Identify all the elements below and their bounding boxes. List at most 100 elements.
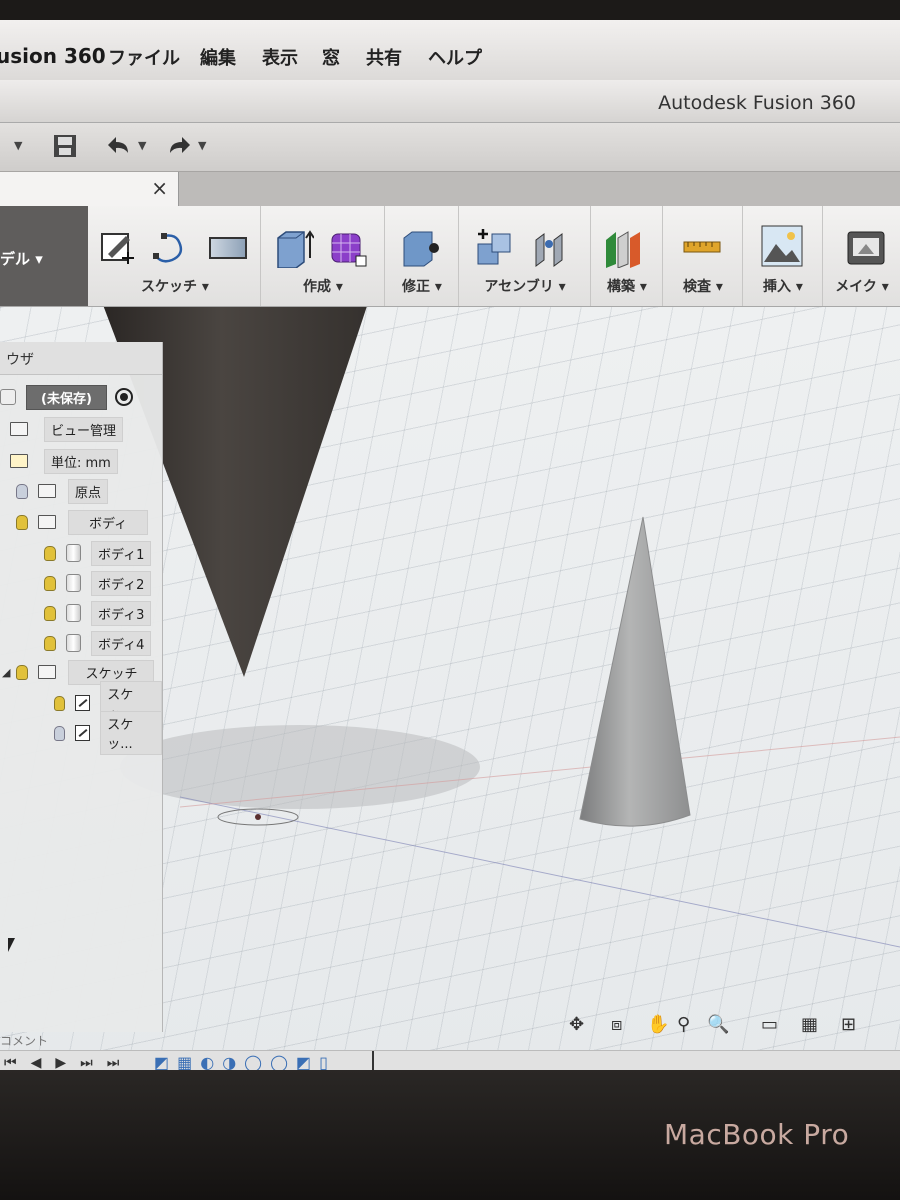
comments-label[interactable]: コメント (0, 1032, 48, 1049)
browser-item-units[interactable]: 単位: mm (10, 448, 118, 474)
navigation-bar: ✥ ⧈ ✋ ⚲ 🔍 ▭ ▦ ⊞ (565, 1010, 895, 1044)
browser-item-named-views[interactable]: ビュー管理 (10, 416, 124, 442)
activate-radio-icon[interactable] (114, 388, 133, 406)
press-pull-icon[interactable] (400, 228, 440, 268)
orbit-icon[interactable]: ✥ (569, 1014, 584, 1035)
grid-icon[interactable]: ▦ (801, 1014, 818, 1035)
browser-item-label: 原点 (68, 478, 109, 504)
close-icon[interactable]: × (151, 176, 168, 200)
folder-icon (38, 515, 56, 529)
browser-root-node[interactable]: (未保存) (0, 384, 133, 410)
laptop-bezel: MacBook Pro (0, 1070, 900, 1200)
body-icon (66, 634, 81, 652)
menu-file[interactable]: ファイル (108, 44, 180, 70)
redo-dropdown-icon[interactable]: ▼ (198, 139, 206, 152)
menu-view[interactable]: 表示 (262, 44, 298, 70)
visibility-bulb-icon[interactable] (44, 545, 56, 561)
construct-group[interactable]: 構築 ▾ (592, 206, 663, 306)
visibility-bulb-icon[interactable] (54, 725, 66, 741)
menu-window[interactable]: 窓 (322, 44, 340, 70)
menu-edit[interactable]: 編集 (200, 44, 236, 70)
browser-item-bodies[interactable]: ボディ (16, 509, 149, 535)
visibility-bulb-icon[interactable] (44, 605, 56, 621)
workspace-switcher[interactable]: デル ▾ (0, 206, 88, 306)
assemble-group[interactable]: アセンブリ ▾ (460, 206, 591, 306)
rectangle-icon[interactable] (208, 228, 248, 268)
create-sketch-icon[interactable] (98, 228, 138, 268)
folder-icon (10, 422, 28, 436)
modify-group[interactable]: 修正 ▾ (386, 206, 459, 306)
browser-item-origin[interactable]: 原点 (16, 478, 109, 504)
offset-plane-icon[interactable] (604, 228, 644, 268)
look-at-icon[interactable]: ⧈ (611, 1014, 622, 1035)
joint-icon[interactable] (532, 228, 572, 268)
collapse-triangle-icon[interactable]: ◢ (2, 666, 10, 679)
make-group-label: メイク ▾ (835, 279, 889, 295)
body-icon (66, 544, 81, 562)
menu-app-name[interactable]: usion 360 (0, 44, 106, 68)
visibility-bulb-icon[interactable] (16, 514, 28, 530)
measure-icon[interactable] (682, 228, 722, 268)
viewports-icon[interactable]: ⊞ (841, 1014, 856, 1035)
undo-icon[interactable] (104, 133, 132, 163)
sketch-icon (75, 695, 91, 711)
menu-help[interactable]: ヘルプ (428, 44, 482, 70)
timeline-playback-controls-icon[interactable]: ⏮◀▶⏭⏭ (4, 1055, 133, 1070)
visibility-bulb-icon[interactable] (44, 575, 56, 591)
pan-icon[interactable]: ✋ (647, 1014, 669, 1035)
body-icon (66, 574, 81, 592)
extrude-icon[interactable] (274, 228, 314, 268)
document-tab[interactable]: × (0, 172, 179, 206)
browser-item-sketch2[interactable]: スケッ... (54, 711, 162, 755)
quick-access-toolbar: ▼ ▼ ▼ (0, 123, 900, 172)
fit-icon[interactable]: 🔍 (707, 1014, 729, 1035)
redo-icon[interactable] (166, 133, 194, 163)
sketch-group-label: スケッチ ▾ (141, 279, 209, 295)
window-title: Autodesk Fusion 360 (658, 92, 856, 114)
visibility-bulb-icon[interactable] (44, 635, 56, 651)
create-group[interactable]: 作成 ▾ (262, 206, 385, 306)
menu-bar: usion 360 ファイル 編集 表示 窓 共有 ヘルプ (0, 20, 900, 81)
new-component-icon[interactable] (474, 228, 514, 268)
timeline-features-icon[interactable]: ◩▦◐◑◯◯◩▯ (154, 1053, 336, 1070)
mouse-cursor-icon (8, 938, 21, 952)
browser-item-body2[interactable]: ボディ2 (44, 570, 152, 596)
spline-icon[interactable] (152, 228, 192, 268)
create-group-label: 作成 ▾ (303, 279, 343, 295)
display-settings-icon[interactable]: ▭ (761, 1014, 778, 1035)
make-group[interactable]: メイク ▾ (824, 206, 900, 306)
browser-item-label: 単位: mm (44, 448, 118, 474)
sketch-group[interactable]: スケッチ ▾ (90, 206, 261, 306)
screen: usion 360 ファイル 編集 表示 窓 共有 ヘルプ Autodesk F… (0, 20, 900, 1070)
timeline-marker[interactable] (372, 1051, 374, 1070)
browser-item-body3[interactable]: ボディ3 (44, 600, 152, 626)
undo-dropdown-icon[interactable]: ▼ (138, 139, 146, 152)
browser-header-label: ウザ (6, 352, 34, 368)
insert-image-icon[interactable] (760, 224, 804, 268)
zoom-icon[interactable]: ⚲ (677, 1014, 690, 1035)
cone-body[interactable] (579, 516, 691, 827)
visibility-bulb-icon[interactable] (54, 695, 66, 711)
body-icon (66, 604, 81, 622)
save-icon[interactable] (52, 133, 78, 165)
cone-shadow (120, 725, 480, 809)
insert-group[interactable]: 挿入 ▾ (744, 206, 823, 306)
browser-header[interactable]: ウザ (0, 342, 162, 375)
file-dropdown-arrow-icon[interactable]: ▼ (14, 139, 22, 152)
document-settings-icon (10, 454, 28, 468)
form-icon[interactable] (328, 228, 368, 268)
3d-print-icon[interactable] (846, 228, 886, 268)
modify-group-label: 修正 ▾ (402, 279, 442, 295)
browser-item-label: スケッ... (100, 711, 162, 755)
inspect-group[interactable]: 検査 ▾ (664, 206, 743, 306)
browser-item-body4[interactable]: ボディ4 (44, 630, 152, 656)
construct-group-label: 構築 ▾ (607, 279, 647, 295)
visibility-bulb-icon[interactable] (16, 483, 28, 499)
menu-share[interactable]: 共有 (366, 44, 402, 70)
browser-item-body1[interactable]: ボディ1 (44, 540, 152, 566)
sketch-icon (75, 725, 91, 741)
visibility-bulb-icon[interactable] (16, 664, 29, 680)
browser-item-label: ボディ3 (91, 600, 152, 626)
timeline: ⏮◀▶⏭⏭ ◩▦◐◑◯◯◩▯ (0, 1050, 900, 1070)
browser-item-label: ボディ2 (91, 570, 152, 596)
